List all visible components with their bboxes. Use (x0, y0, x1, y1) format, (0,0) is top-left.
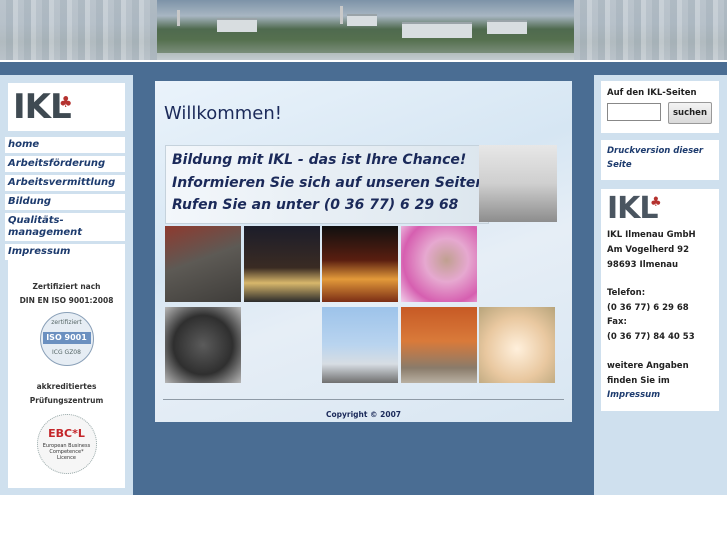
search-input[interactable] (607, 103, 661, 121)
left-sidebar: IKL ♣ home Arbeitsförderung Arbeitsvermi… (0, 75, 133, 495)
nav-home[interactable]: home (5, 137, 125, 153)
search-label: Auf den IKL-Seiten (607, 88, 697, 98)
ebcl-badge[interactable]: EBC*L European Business Competence* Lice… (36, 414, 97, 474)
more-info-line2: finden Sie im (607, 376, 670, 386)
photo-building-night (244, 226, 320, 302)
iso-badge-main: ISO 9001 (42, 332, 91, 344)
nav-qm-line2: management (8, 227, 83, 238)
right-sidebar: Auf den IKL-Seiten suchen Druckversion d… (594, 75, 727, 495)
search-button[interactable]: suchen (668, 102, 712, 124)
nav-qualitaetsmanagement[interactable]: Qualitäts- management (5, 213, 125, 241)
intro-line-2: Informieren Sie sich auf unseren Seiten … (172, 175, 507, 191)
photo-workers-dog (401, 307, 477, 383)
print-version-box: Druckversion dieser Seite (601, 140, 719, 180)
intro-line-3: Rufen Sie an unter (0 36 77) 6 29 68 (172, 197, 459, 213)
photo-tower (479, 145, 557, 222)
photo-hummingbird-moth (401, 226, 477, 302)
header-banner (0, 0, 727, 60)
iso-9001-badge[interactable]: zertifiziert ISO 9001 ICG GZ08 (39, 312, 94, 366)
nav-arbeitsvermittlung[interactable]: Arbeitsvermittlung (5, 175, 125, 191)
address-clover-icon: ♣ (650, 195, 662, 210)
intro-line-1: Bildung mit IKL - das ist Ihre Chance! (172, 152, 467, 168)
ebcl-sub: European Business Competence* Licence (42, 443, 91, 461)
accr-line2: Prüfungszentrum (29, 396, 104, 405)
print-link-line2: Seite (607, 160, 632, 170)
page-title: Willkommen! (164, 103, 282, 124)
banner-city-left (0, 0, 157, 60)
more-info-line1: weitere Angaben (607, 361, 689, 371)
certification-box: Zertifiziert nach DIN EN ISO 9001:2008 z… (8, 260, 125, 488)
main-content: Willkommen! Bildung mit IKL - das ist Ih… (155, 81, 572, 422)
banner-city-right (574, 0, 727, 60)
cert-line1: Zertifiziert nach (32, 282, 101, 291)
photo-goat-statue (165, 226, 241, 302)
clover-icon: ♣ (59, 93, 73, 111)
fax-number: (0 36 77) 84 40 53 (607, 332, 695, 342)
impressum-link[interactable]: Impressum (607, 390, 660, 400)
photo-goat (165, 307, 241, 383)
city: 98693 Ilmenau (607, 260, 679, 270)
phone-label: Telefon: (607, 288, 646, 298)
print-link-line1: Druckversion dieser (607, 146, 704, 156)
search-box: Auf den IKL-Seiten suchen (601, 81, 719, 133)
photo-hamster (479, 307, 555, 383)
nav-qm-line1: Qualitäts- (8, 215, 64, 226)
divider (163, 399, 564, 400)
street: Am Vogelherd 92 (607, 245, 689, 255)
intro-banner: Bildung mit IKL - das ist Ihre Chance! I… (165, 145, 506, 224)
nav-arbeitsfoerderung[interactable]: Arbeitsförderung (5, 156, 125, 172)
main-nav: home Arbeitsförderung Arbeitsvermittlung… (5, 137, 125, 263)
banner-photo (157, 0, 574, 53)
cert-line2: DIN EN ISO 9001:2008 (19, 296, 114, 305)
accr-line1: akkreditiertes (36, 382, 97, 391)
ikl-logo[interactable]: IKL ♣ (8, 83, 125, 131)
iso-badge-bottom: ICG GZ08 (52, 349, 81, 356)
company-name: IKL Ilmenau GmbH (607, 230, 696, 240)
nav-bildung[interactable]: Bildung (5, 194, 125, 210)
fax-label: Fax: (607, 317, 627, 327)
print-version-link[interactable]: Druckversion dieser Seite (607, 144, 715, 172)
nav-impressum[interactable]: Impressum (5, 244, 125, 260)
iso-badge-top: zertifiziert (51, 319, 82, 326)
ebcl-title: EBC*L (48, 427, 85, 440)
address-box: IKL ♣ IKL Ilmenau GmbH Am Vogelherd 92 9… (601, 189, 719, 411)
photo-street-lights (322, 226, 398, 302)
photo-church (322, 307, 398, 383)
phone-number: (0 36 77) 6 29 68 (607, 303, 689, 313)
copyright: Copyright © 2007 (325, 410, 402, 419)
